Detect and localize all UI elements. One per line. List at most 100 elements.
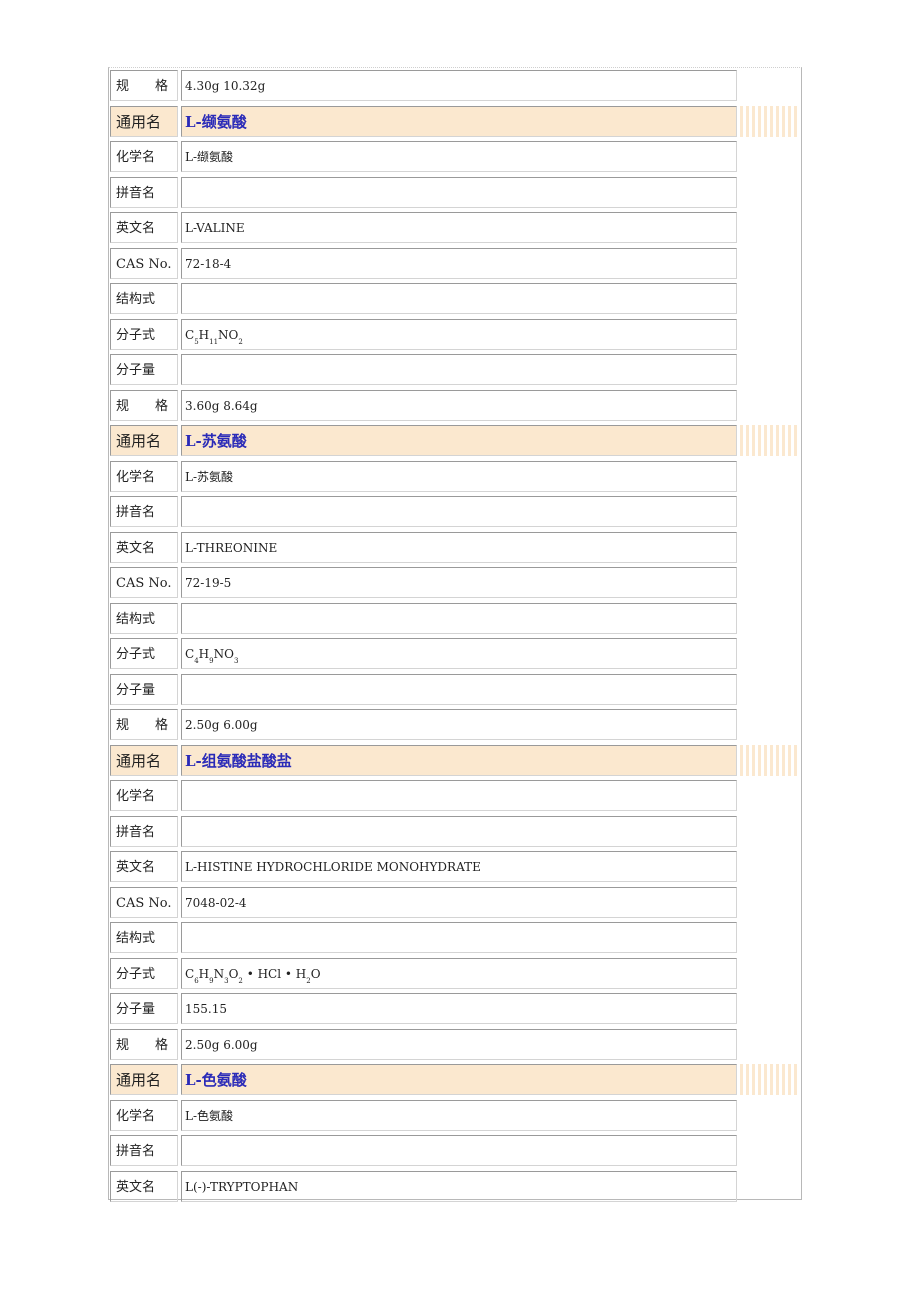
row-label: 分子量 xyxy=(110,673,178,705)
row-label: 规 格 xyxy=(110,709,178,740)
row-value: 7048-02-4 xyxy=(181,886,737,918)
table-row: 结构式 xyxy=(110,602,737,636)
header-decoration xyxy=(740,1064,800,1095)
row-label: CAS No. xyxy=(110,567,178,598)
table-row: 英文名 L(-)-TRYPTOPHAN xyxy=(110,1170,737,1204)
section-header-row: 通用名 L-色氨酸 xyxy=(110,1064,737,1097)
table-row: CAS No. 7048-02-4 xyxy=(110,886,737,920)
generic-name-value: L-组氨酸盐酸盐 xyxy=(181,744,737,776)
row-value xyxy=(181,602,737,634)
table-row: 拼音名 xyxy=(110,1135,737,1168)
row-label: 英文名 xyxy=(110,531,178,563)
table-row: 分子量 155.15 xyxy=(110,993,737,1026)
row-label: CAS No. xyxy=(110,886,178,918)
row-value xyxy=(181,1135,737,1166)
row-value: C4H9NO3 xyxy=(181,638,737,669)
row-value: L-VALINE xyxy=(181,212,737,243)
table-row: 分子式 C5H11NO2 xyxy=(110,318,737,352)
row-value: L-HISTINE HYDROCHLORIDE MONOHYDRATE xyxy=(181,851,737,882)
row-label: 通用名 xyxy=(110,1064,178,1095)
row-value: L(-)-TRYPTOPHAN xyxy=(181,1170,737,1202)
section-header-row: 通用名 L-苏氨酸 xyxy=(110,425,737,458)
row-value: 4.30g 10.32g xyxy=(181,70,737,101)
row-value: 72-18-4 xyxy=(181,247,737,279)
row-value xyxy=(181,673,737,705)
table-row: 规 格 2.50g 6.00g xyxy=(110,1028,737,1062)
row-value xyxy=(181,176,737,208)
row-label: 通用名 xyxy=(110,425,178,456)
row-value xyxy=(181,922,737,953)
header-decoration xyxy=(740,105,800,137)
table-row: 分子量 xyxy=(110,673,737,707)
row-value: L-缬氨酸 xyxy=(181,141,737,172)
table-row: 化学名 L-色氨酸 xyxy=(110,1099,737,1133)
row-value: L-苏氨酸 xyxy=(181,460,737,492)
row-label: 分子式 xyxy=(110,957,178,989)
row-label: 通用名 xyxy=(110,105,178,137)
table-row: 英文名 L-HISTINE HYDROCHLORIDE MONOHYDRATE xyxy=(110,851,737,884)
row-label: 化学名 xyxy=(110,1099,178,1131)
table-row: 分子式 C6H9N3O2 • HCl • H2O xyxy=(110,957,737,991)
header-decoration xyxy=(740,744,800,776)
table-row: 分子式 C4H9NO3 xyxy=(110,638,737,671)
row-label: 结构式 xyxy=(110,283,178,314)
row-label: 分子式 xyxy=(110,318,178,350)
table-row: 规 格 4.30g 10.32g xyxy=(110,70,737,103)
row-value xyxy=(181,496,737,527)
table-row: 英文名 L-VALINE xyxy=(110,212,737,245)
row-value: 3.60g 8.64g xyxy=(181,389,737,421)
table-row: 结构式 xyxy=(110,922,737,955)
row-value: L-THREONINE xyxy=(181,531,737,563)
table-row: 拼音名 xyxy=(110,496,737,529)
table-row: 拼音名 xyxy=(110,176,737,210)
row-label: 规 格 xyxy=(110,389,178,421)
row-label: 分子量 xyxy=(110,354,178,385)
row-label: 拼音名 xyxy=(110,176,178,208)
row-label: 规 格 xyxy=(110,70,178,101)
table-row: 化学名 xyxy=(110,780,737,813)
row-value: 155.15 xyxy=(181,993,737,1024)
row-label: 英文名 xyxy=(110,212,178,243)
generic-name-value: L-苏氨酸 xyxy=(181,425,737,456)
row-value xyxy=(181,780,737,811)
row-label: 结构式 xyxy=(110,922,178,953)
row-value: 2.50g 6.00g xyxy=(181,1028,737,1060)
row-label: 拼音名 xyxy=(110,1135,178,1166)
row-value xyxy=(181,283,737,314)
row-label: 化学名 xyxy=(110,141,178,172)
row-value: L-色氨酸 xyxy=(181,1099,737,1131)
table-row: 英文名 L-THREONINE xyxy=(110,531,737,565)
row-value: C5H11NO2 xyxy=(181,318,737,350)
row-value: 72-19-5 xyxy=(181,567,737,598)
row-value xyxy=(181,354,737,385)
row-label: 规 格 xyxy=(110,1028,178,1060)
generic-name-value: L-缬氨酸 xyxy=(181,105,737,137)
row-label: 分子量 xyxy=(110,993,178,1024)
table-row: 规 格 2.50g 6.00g xyxy=(110,709,737,742)
row-label: 分子式 xyxy=(110,638,178,669)
row-label: 英文名 xyxy=(110,851,178,882)
row-value: 2.50g 6.00g xyxy=(181,709,737,740)
row-label: 通用名 xyxy=(110,744,178,776)
row-label: 拼音名 xyxy=(110,815,178,847)
row-label: 英文名 xyxy=(110,1170,178,1202)
table-row: CAS No. 72-18-4 xyxy=(110,247,737,281)
row-value xyxy=(181,815,737,847)
row-label: CAS No. xyxy=(110,247,178,279)
header-decoration xyxy=(740,425,800,456)
table-row: 化学名 L-苏氨酸 xyxy=(110,460,737,494)
row-label: 化学名 xyxy=(110,460,178,492)
generic-name-value: L-色氨酸 xyxy=(181,1064,737,1095)
table-row: CAS No. 72-19-5 xyxy=(110,567,737,600)
row-label: 拼音名 xyxy=(110,496,178,527)
section-header-row: 通用名 L-组氨酸盐酸盐 xyxy=(110,744,737,778)
table-row: 规 格 3.60g 8.64g xyxy=(110,389,737,423)
table-row: 拼音名 xyxy=(110,815,737,849)
row-label: 结构式 xyxy=(110,602,178,634)
section-header-row: 通用名 L-缬氨酸 xyxy=(110,105,737,139)
table-row: 分子量 xyxy=(110,354,737,387)
table-row: 结构式 xyxy=(110,283,737,316)
row-value: C6H9N3O2 • HCl • H2O xyxy=(181,957,737,989)
table-row: 化学名 L-缬氨酸 xyxy=(110,141,737,174)
row-label: 化学名 xyxy=(110,780,178,811)
